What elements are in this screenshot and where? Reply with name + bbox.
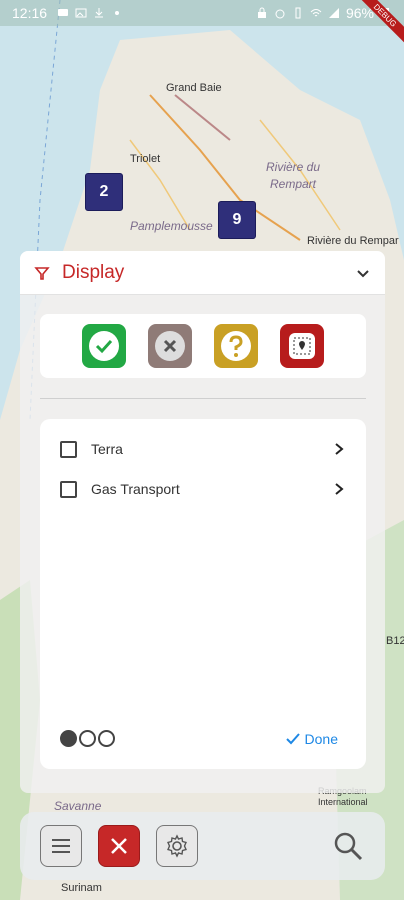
map-label-pamplemousses: Pamplemousse <box>130 219 213 233</box>
lock-icon <box>257 7 266 18</box>
status-bar: 12:16 96% DEBUG <box>0 0 404 52</box>
list-item-label: Gas Transport <box>91 481 180 497</box>
unknown-filter-button[interactable] <box>214 324 258 368</box>
list-item-label: Terra <box>91 441 123 457</box>
vibrate-icon <box>295 7 301 19</box>
status-time: 12:16 <box>12 5 48 21</box>
map-label-surinam: Surinam <box>61 882 102 894</box>
map-label-riviere-2: Rempart <box>270 177 317 191</box>
panel-title: Display <box>62 261 125 283</box>
image-icon <box>75 8 87 18</box>
location-filter-button[interactable] <box>280 324 324 368</box>
done-label: Done <box>304 731 338 747</box>
wifi-icon <box>310 9 322 17</box>
chevron-right-icon[interactable] <box>332 482 346 496</box>
notification-icons <box>57 7 123 19</box>
close-circle-icon <box>155 331 185 361</box>
chevron-right-icon[interactable] <box>332 442 346 456</box>
gear-icon <box>167 834 187 858</box>
terra-checkbox[interactable] <box>60 440 77 458</box>
chevron-down-icon[interactable] <box>355 265 371 281</box>
panel-header[interactable]: Display <box>20 251 385 295</box>
close-button[interactable] <box>98 825 140 867</box>
list-item-terra[interactable]: Terra <box>40 429 366 469</box>
page-dot[interactable] <box>98 730 115 747</box>
map-label-b12: B12 <box>386 635 404 647</box>
close-icon <box>111 838 127 854</box>
signal-icon <box>328 8 339 18</box>
map-label-grand-baie: Grand Baie <box>166 82 222 94</box>
page-indicator <box>60 730 115 747</box>
location-pin-icon <box>289 333 315 359</box>
map-label-savanne: Savanne <box>54 799 102 813</box>
check-circle-icon <box>89 331 119 361</box>
page-dot-active[interactable] <box>60 730 77 747</box>
filter-icon <box>34 266 50 280</box>
done-button[interactable]: Done <box>285 731 338 747</box>
display-panel: Display Terra Gas Transport Done <box>20 251 385 793</box>
gas-transport-checkbox[interactable] <box>60 480 77 498</box>
map-cluster-marker[interactable]: 9 <box>218 201 256 239</box>
page-dot[interactable] <box>79 730 96 747</box>
map-cluster-marker[interactable]: 2 <box>85 173 123 211</box>
list-item-gas-transport[interactable]: Gas Transport <box>40 469 366 509</box>
menu-button[interactable] <box>40 825 82 867</box>
check-icon <box>285 733 300 745</box>
bottom-toolbar <box>20 812 385 880</box>
map-label-triolet: Triolet <box>130 153 161 165</box>
question-circle-icon <box>221 331 251 361</box>
divider <box>40 398 366 399</box>
search-icon[interactable] <box>331 829 365 863</box>
settings-button[interactable] <box>156 825 198 867</box>
message-icon <box>58 9 69 16</box>
status-filter-row <box>40 314 366 378</box>
dot-icon <box>115 11 120 15</box>
map-label-international: International <box>318 797 368 807</box>
map-label-riviere-1: Rivière du <box>266 160 321 174</box>
approved-filter-button[interactable] <box>82 324 126 368</box>
download-icon <box>95 8 104 18</box>
hamburger-icon <box>52 839 70 853</box>
rejected-filter-button[interactable] <box>148 324 192 368</box>
alarm-icon <box>275 9 285 19</box>
map-label-riviere-town: Rivière du Rempar <box>307 235 399 247</box>
layer-list: Terra Gas Transport Done <box>40 419 366 769</box>
